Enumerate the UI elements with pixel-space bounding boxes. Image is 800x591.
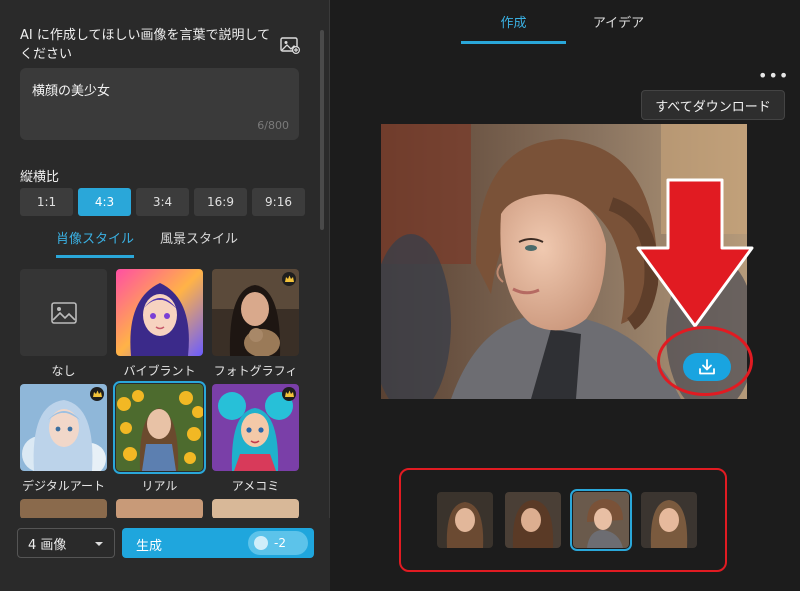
credit-cost-value: -2 [274,536,286,550]
generate-label: 生成 [136,539,163,554]
style-label: リアル [141,479,178,493]
credit-cost-badge: -2 [248,531,308,555]
credit-icon [254,536,268,550]
style-digital-art[interactable]: デジタルアート [20,384,107,494]
image-count-value: 4 画像 [28,537,67,553]
download-all-button[interactable]: すべてダウンロード [641,90,785,120]
prompt-textarea[interactable]: 横顔の美少女 6/800 [20,68,299,140]
result-thumbnail-1[interactable] [437,492,493,548]
image-placeholder-icon [50,301,77,324]
result-thumbnail-3[interactable] [570,489,632,551]
annotation-arrow-icon [636,178,754,328]
style-american-comic[interactable]: アメコミ [212,384,299,494]
style-label: アメコミ [231,479,280,493]
ratio-1-1-button[interactable]: 1:1 [20,188,73,216]
style-more-3-thumb[interactable] [212,499,299,519]
style-none[interactable]: なし [20,269,107,379]
style-vibrant-thumb[interactable] [116,269,203,356]
style-label: なし [51,364,76,378]
app: AI に作成してほしい画像を言葉で説明してください 横顔の美少女 6/800 縦… [0,0,800,591]
image-prompt-icon[interactable] [280,36,300,54]
result-thumbnail-2[interactable] [505,492,561,548]
style-photography[interactable]: フォトグラフィ [212,269,299,379]
ratio-9-16-button[interactable]: 9:16 [252,188,305,216]
more-options-icon[interactable]: ••• [758,66,789,85]
main-tabs: 作成 アイデア [461,12,671,44]
settings-panel: AI に作成してほしい画像を言葉で説明してください 横顔の美少女 6/800 縦… [0,0,330,591]
premium-crown-icon [282,272,296,286]
style-more-1-thumb[interactable] [20,499,107,519]
style-real[interactable]: リアル [113,381,206,494]
result-panel: 作成 アイデア ••• すべてダウンロード [331,0,800,591]
tab-landscape-style[interactable]: 風景スタイル [160,228,238,258]
chevron-down-icon [95,542,103,546]
download-button[interactable] [683,353,731,381]
style-none-thumb[interactable] [20,269,107,356]
generate-button[interactable]: 生成 -2 [122,528,314,558]
style-tabs: 肖像スタイル 風景スタイル [56,228,238,258]
ratio-16-9-button[interactable]: 16:9 [194,188,247,216]
tab-ideas[interactable]: アイデア [566,12,671,44]
panel-scrollbar[interactable] [320,30,324,230]
style-more-2-thumb[interactable] [116,499,203,519]
style-more-1[interactable] [20,499,107,519]
download-icon [699,359,715,375]
prompt-text[interactable]: 横顔の美少女 [32,80,110,99]
style-label: バイブラント [123,364,196,378]
premium-crown-icon [90,387,104,401]
prompt-char-count: 6/800 [257,119,289,132]
tab-portrait-style[interactable]: 肖像スタイル [56,228,135,258]
aspect-ratio-label: 縦横比 [20,170,60,185]
image-count-select[interactable]: 4 画像 [17,528,115,558]
prompt-label: AI に作成してほしい画像を言葉で説明してください [20,28,271,62]
ratio-4-3-button[interactable]: 4:3 [78,188,131,216]
generate-bar: 4 画像 生成 -2 [0,518,330,591]
tab-create[interactable]: 作成 [461,12,566,44]
style-label: デジタルアート [21,479,106,493]
result-thumbnail-strip [399,468,727,572]
style-photography-thumb[interactable] [212,269,299,356]
style-american-comic-thumb[interactable] [212,384,299,471]
style-vibrant[interactable]: バイブラント [116,269,203,379]
premium-crown-icon [282,387,296,401]
ratio-3-4-button[interactable]: 3:4 [136,188,189,216]
style-real-thumb[interactable] [113,381,206,474]
style-more-3[interactable] [212,499,299,519]
aspect-ratio-group: 1:1 4:3 3:4 16:9 9:16 [20,188,305,216]
result-thumbnail-4[interactable] [641,492,697,548]
style-digital-art-thumb[interactable] [20,384,107,471]
style-label: フォトグラフィ [213,364,298,378]
style-more-2[interactable] [116,499,203,519]
